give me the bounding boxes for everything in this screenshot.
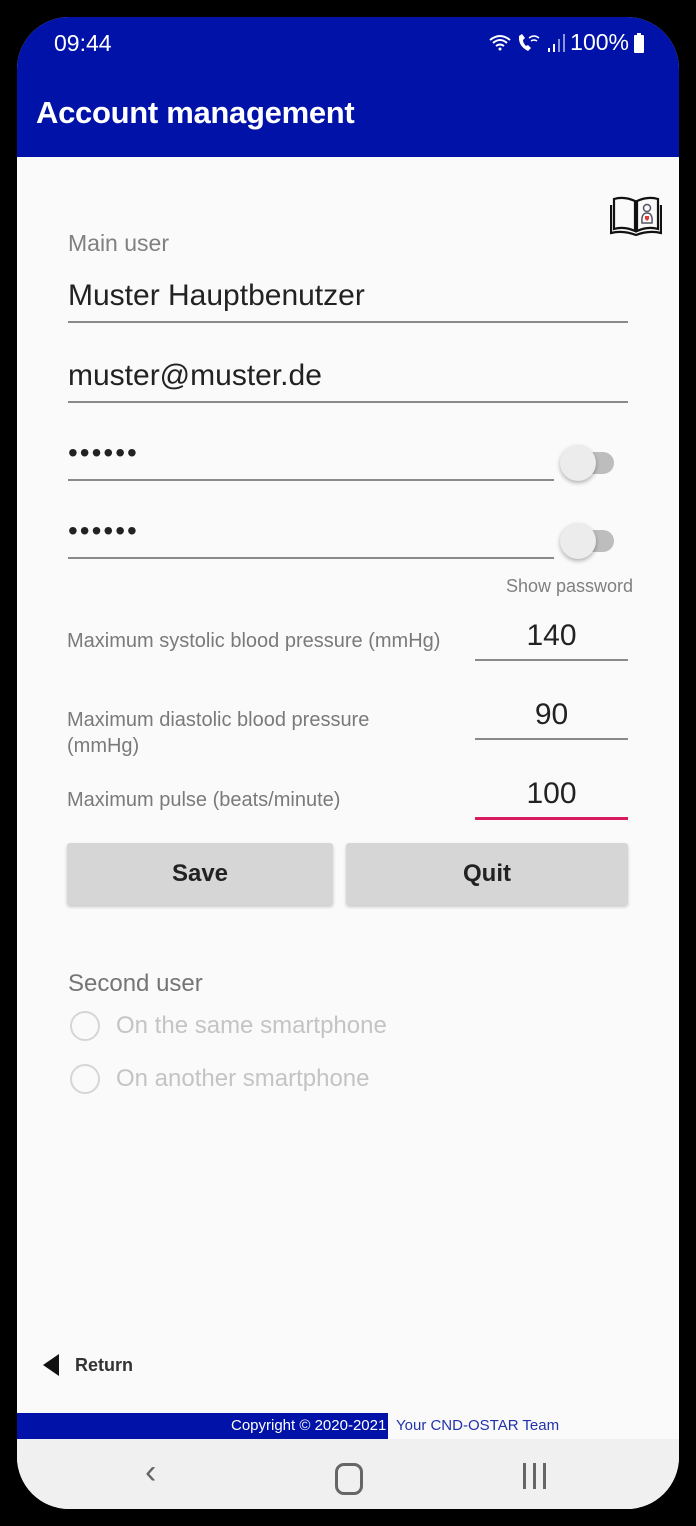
status-bar: 09:44 100% — [17, 17, 679, 71]
nav-home-icon[interactable] — [335, 1463, 363, 1495]
quit-button[interactable]: Quit — [346, 843, 628, 905]
return-button[interactable]: Return — [43, 1354, 133, 1376]
main-user-label: Main user — [68, 230, 169, 256]
password-input[interactable]: •••••• — [68, 437, 554, 481]
page-title: Account management — [36, 95, 355, 130]
battery-percent: 100% — [570, 29, 629, 55]
diastolic-input[interactable]: 90 — [475, 698, 628, 740]
copyright-text: Copyright © 2020-2021 — [231, 1417, 387, 1434]
phone-frame: 09:44 100% Account management Main user … — [0, 0, 696, 1526]
second-user-label: Second user — [68, 970, 203, 997]
show-password-label: Show password — [506, 576, 634, 596]
app-bar: Account management — [17, 71, 679, 157]
team-text: Your CND-OSTAR Team — [396, 1417, 560, 1434]
status-time: 09:44 — [54, 30, 112, 56]
battery-icon — [634, 32, 644, 53]
manual-book-icon[interactable] — [610, 193, 662, 237]
radio-same-smartphone[interactable]: On the same smartphone — [70, 1011, 387, 1041]
confirm-password-input[interactable]: •••••• — [68, 515, 554, 559]
name-input[interactable]: Muster Hauptbenutzer — [68, 279, 628, 323]
screen: 09:44 100% Account management Main user … — [17, 17, 679, 1509]
save-button[interactable]: Save — [67, 843, 333, 905]
radio-circle — [70, 1064, 100, 1094]
show-password-toggle[interactable] — [560, 443, 614, 483]
pulse-input[interactable]: 100 — [475, 777, 628, 820]
toggle-thumb — [560, 523, 596, 559]
signal-icon — [548, 33, 566, 52]
nav-recents-icon[interactable] — [523, 1463, 546, 1489]
wifi-icon — [489, 34, 511, 50]
back-triangle-icon — [43, 1354, 59, 1376]
show-confirm-password-toggle[interactable] — [560, 521, 614, 561]
nav-back-icon[interactable]: ‹ — [145, 1453, 156, 1492]
status-icons: 100% — [488, 29, 645, 56]
radio-another-smartphone[interactable]: On another smartphone — [70, 1064, 370, 1094]
systolic-label: Maximum systolic blood pressure (mmHg) — [67, 630, 441, 652]
email-input[interactable]: muster@muster.de — [68, 359, 628, 403]
radio-circle — [70, 1011, 100, 1041]
radio-label: On the same smartphone — [116, 1012, 387, 1039]
systolic-input[interactable]: 140 — [475, 619, 628, 661]
radio-label: On another smartphone — [116, 1065, 370, 1092]
system-nav-bar: ‹ — [17, 1439, 679, 1509]
toggle-thumb — [560, 445, 596, 481]
footer: Copyright © 2020-2021 Your CND-OSTAR Tea… — [17, 1413, 679, 1439]
return-label: Return — [75, 1354, 133, 1375]
wifi-call-icon — [519, 33, 540, 51]
pulse-label: Maximum pulse (beats/minute) — [67, 789, 341, 811]
diastolic-label: Maximum diastolic blood pressure (mmHg) — [67, 709, 370, 757]
